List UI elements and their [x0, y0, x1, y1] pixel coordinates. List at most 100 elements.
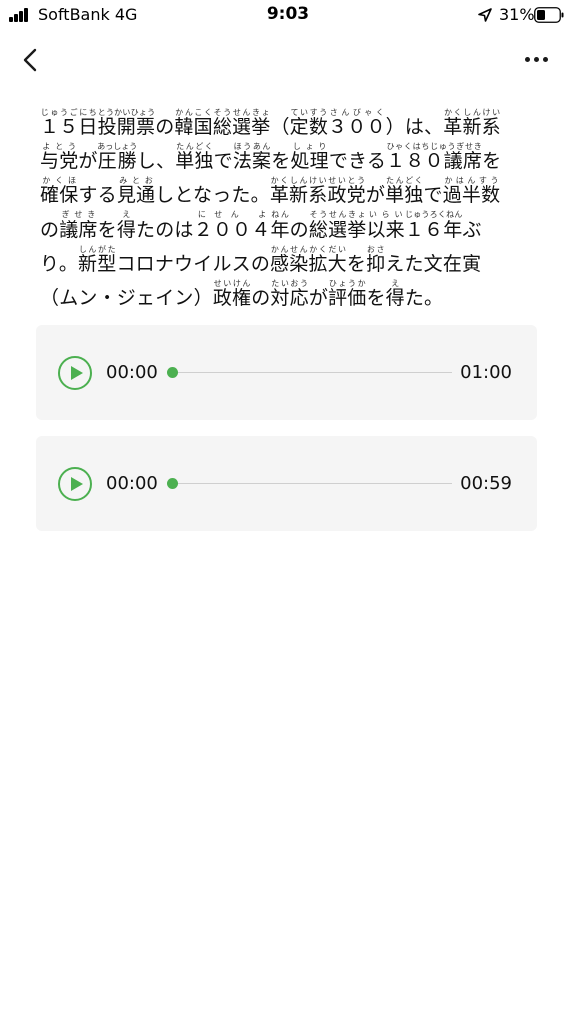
text-segment: の: [155, 116, 175, 138]
audio-player: 00:00 01:00: [36, 325, 537, 420]
furigana: たんどく: [385, 176, 424, 185]
furigana: よとう: [40, 142, 79, 151]
text-segment: た。: [404, 287, 444, 309]
current-time: 00:00: [106, 362, 158, 383]
furigana: え: [116, 210, 136, 219]
text-segment: り。: [40, 253, 79, 275]
text-segment: たのは: [136, 219, 194, 241]
play-icon: [71, 477, 83, 491]
ruby-word: 与党よとう: [40, 142, 79, 173]
text-segment: えた: [385, 253, 424, 275]
ruby-word: 対応たいおう: [270, 279, 309, 310]
text-segment: し、: [136, 150, 176, 172]
text-segment: する: [78, 184, 117, 206]
total-time: 01:00: [460, 362, 512, 383]
article-line: １５日じゅうごにち投開票とうかいひょうの韓国総選挙かんこくそうせんきょ（定数てい…: [40, 108, 540, 142]
text-segment: で: [423, 184, 443, 206]
progress-track[interactable]: [172, 483, 452, 484]
ruby-word: 以来いらい: [366, 210, 405, 242]
ruby-word: 投開票とうかいひょう: [97, 108, 156, 139]
progress-track[interactable]: [172, 372, 452, 373]
ruby-word: 韓国総選挙かんこくそうせんきょ: [174, 108, 271, 139]
text-segment: （ムン・ジェイン）: [40, 287, 213, 309]
furigana: じゅうごにち: [40, 108, 98, 117]
text-segment: が: [78, 150, 98, 172]
progress-handle[interactable]: [167, 478, 178, 489]
audio-player: 00:00 00:59: [36, 436, 537, 531]
ruby-word: 評価ひょうか: [328, 279, 367, 310]
furigana: たいおう: [270, 279, 309, 288]
ruby-word: 総選挙そうせんきょ: [308, 210, 367, 242]
text-segment: の: [251, 287, 271, 309]
text-segment: 文在寅: [423, 253, 482, 275]
ruby-word: ２００４にせん よ: [193, 210, 271, 242]
text-segment: コロナウイルスの: [116, 253, 271, 275]
location-arrow-icon: [478, 8, 492, 22]
nav-bar: [0, 34, 576, 90]
text-segment: で: [213, 150, 233, 172]
furigana: そうせんきょ: [308, 210, 367, 219]
ruby-word: 定数ていすう: [289, 108, 329, 139]
furigana: かくしんけいせいとう: [269, 176, 366, 185]
furigana: じゅうろくねん: [404, 210, 463, 219]
article-line: 確保かくほする見通みとおしとなった。革新系政党かくしんけいせいとうが単独たんどく…: [40, 176, 540, 210]
article-line: 与党よとうが圧勝あっしょうし、単独たんどくで法案ほうあんを処理しょりできる１８０…: [40, 142, 540, 176]
ruby-word: 得え: [116, 210, 137, 242]
furigana: かんせんかくだい: [270, 245, 347, 254]
current-time: 00:00: [106, 473, 158, 494]
ruby-word: 単独たんどく: [385, 176, 424, 207]
progress-handle[interactable]: [167, 367, 178, 378]
text-segment: ぶ: [462, 219, 482, 241]
furigana: かはんすう: [442, 176, 501, 185]
ruby-word: 政権せいけん: [212, 279, 252, 310]
text-segment: が: [365, 184, 386, 206]
ruby-word: 見通みとお: [116, 176, 156, 207]
text-segment: を: [346, 253, 367, 275]
play-button[interactable]: [58, 356, 92, 390]
text-segment: を: [97, 219, 117, 241]
furigana: しんがた: [78, 245, 117, 254]
ruby-word: 確保かくほ: [40, 176, 79, 207]
ruby-word: 抑おさ: [366, 245, 386, 276]
ruby-word: 革新系かくしんけい: [443, 108, 501, 139]
furigana: ていすう: [289, 108, 329, 117]
ruby-word: 議席ぎせき: [59, 210, 98, 242]
article-text: １５日じゅうごにち投開票とうかいひょうの韓国総選挙かんこくそうせんきょ（定数てい…: [40, 108, 540, 313]
ruby-word: 圧勝あっしょう: [97, 142, 138, 173]
furigana: ほうあん: [232, 142, 272, 151]
text-segment: を: [482, 150, 502, 172]
furigana: たんどく: [175, 142, 214, 151]
furigana: かんこくそうせんきょ: [174, 108, 271, 117]
total-time: 00:59: [460, 473, 512, 494]
furigana: ひゃくはちじゅうぎせき: [386, 142, 483, 151]
furigana: え: [385, 279, 405, 288]
text-segment: を: [271, 150, 291, 172]
ruby-word: 感染拡大かんせんかくだい: [270, 245, 347, 276]
text-segment: しとなった。: [155, 184, 270, 206]
play-button[interactable]: [58, 467, 92, 501]
more-button[interactable]: [516, 44, 556, 74]
text-segment: が: [308, 287, 329, 309]
furigana: とうかいひょう: [97, 108, 156, 117]
furigana: せいけん: [212, 279, 252, 288]
furigana: ねん: [270, 210, 290, 219]
furigana: ぎせき: [59, 210, 98, 219]
back-button[interactable]: [14, 42, 50, 78]
text-segment: の: [289, 219, 309, 241]
furigana: あっしょう: [97, 142, 138, 151]
furigana: かくほ: [40, 176, 79, 185]
ruby-word: 新型しんがた: [78, 245, 117, 276]
ruby-word: 得え: [385, 279, 405, 310]
ruby-word: 処理しょり: [290, 142, 329, 173]
battery-percent: 31%: [499, 5, 535, 24]
ruby-word: １５日じゅうごにち: [40, 108, 98, 139]
battery-icon: [534, 7, 564, 23]
status-bar: SoftBank 4G 9:03 31%: [0, 0, 576, 34]
ruby-word: 法案ほうあん: [232, 142, 272, 173]
ruby-word: 年ねん: [270, 210, 290, 242]
ruby-word: 単独たんどく: [175, 142, 214, 173]
furigana: おさ: [366, 245, 386, 254]
play-icon: [71, 366, 83, 380]
furigana: みとお: [116, 176, 156, 185]
article-line: （ムン・ジェイン）政権せいけんの対応たいおうが評価ひょうかを得えた。: [40, 279, 540, 313]
